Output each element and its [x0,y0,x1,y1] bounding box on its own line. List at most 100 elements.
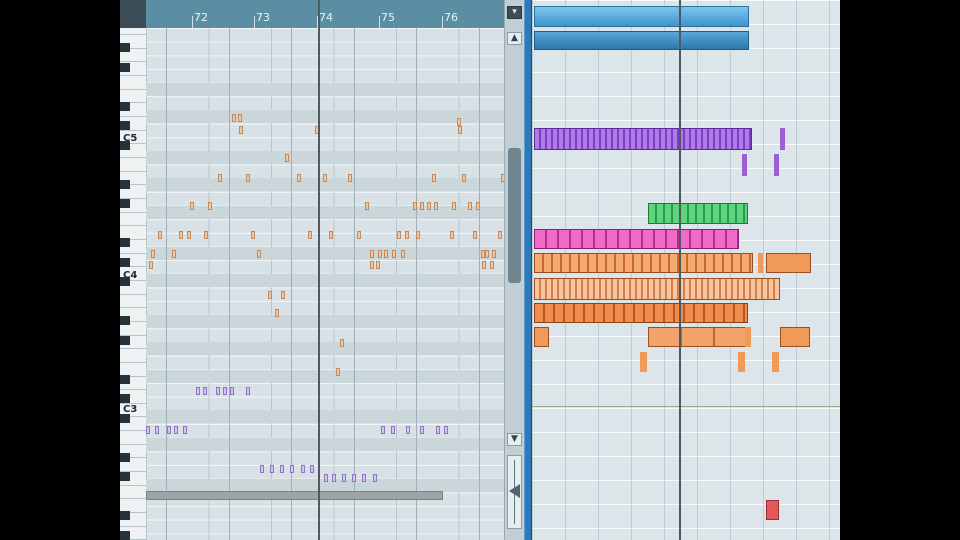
midi-note[interactable] [183,426,187,434]
playhead-cursor[interactable] [318,0,320,540]
midi-part[interactable] [772,352,779,372]
black-key[interactable] [120,336,130,345]
midi-note[interactable] [405,231,409,239]
midi-note[interactable] [172,250,176,258]
midi-note[interactable] [290,465,294,473]
midi-note[interactable] [268,291,272,299]
black-key[interactable] [120,238,130,247]
midi-note[interactable] [420,202,424,210]
black-key[interactable] [120,472,130,481]
black-key[interactable] [120,511,130,520]
midi-note[interactable] [232,114,236,122]
midi-note[interactable] [458,126,462,134]
arrange-overview[interactable] [532,0,840,540]
black-key[interactable] [120,199,130,208]
midi-note[interactable] [336,368,340,376]
midi-note[interactable] [230,387,234,395]
menu-arrow-icon[interactable]: ▾ [507,6,522,19]
midi-part[interactable] [742,154,747,176]
midi-note[interactable] [468,202,472,210]
midi-note[interactable] [275,309,279,317]
midi-note[interactable] [490,261,494,269]
vertical-scrollbar[interactable]: ▾ ▲ ▼ [504,0,525,540]
midi-note[interactable] [473,231,477,239]
scroll-down-button[interactable]: ▼ [507,433,522,446]
midi-note[interactable] [149,261,153,269]
black-key[interactable] [120,258,130,267]
midi-note[interactable] [332,474,336,482]
midi-note[interactable] [324,474,328,482]
midi-note[interactable] [476,202,480,210]
midi-note[interactable] [492,250,496,258]
midi-note[interactable] [323,174,327,182]
midi-note[interactable] [174,426,178,434]
midi-note[interactable] [406,426,410,434]
midi-note[interactable] [373,474,377,482]
overview-playhead[interactable] [679,0,681,540]
midi-note[interactable] [413,202,417,210]
midi-note[interactable] [146,426,150,434]
midi-note[interactable] [391,426,395,434]
midi-note[interactable] [381,426,385,434]
midi-note[interactable] [392,250,396,258]
black-key[interactable] [120,414,130,423]
midi-note[interactable] [357,231,361,239]
midi-note[interactable] [352,474,356,482]
midi-note[interactable] [457,118,461,126]
audio-clip[interactable] [534,6,749,27]
midi-note[interactable] [246,387,250,395]
midi-part[interactable] [534,278,780,300]
midi-note[interactable] [301,465,305,473]
midi-part[interactable] [640,352,647,372]
midi-note[interactable] [158,231,162,239]
midi-note[interactable] [420,426,424,434]
midi-note[interactable] [401,250,405,258]
midi-part[interactable] [774,154,779,176]
midi-note[interactable] [340,339,344,347]
midi-note[interactable] [257,250,261,258]
midi-note[interactable] [167,426,171,434]
midi-note[interactable] [482,261,486,269]
midi-note[interactable] [376,261,380,269]
zoom-slider[interactable] [507,455,522,529]
midi-note[interactable] [297,174,301,182]
midi-part[interactable] [758,253,763,273]
midi-part[interactable] [780,327,810,347]
midi-note[interactable] [370,261,374,269]
midi-note[interactable] [204,231,208,239]
key-editor-grid[interactable] [146,28,504,540]
midi-note[interactable] [239,126,243,134]
midi-note[interactable] [196,387,200,395]
audio-clip[interactable] [534,31,749,50]
midi-note[interactable] [452,202,456,210]
midi-note[interactable] [216,387,220,395]
midi-note[interactable] [436,426,440,434]
midi-part[interactable] [766,500,779,520]
midi-part[interactable] [766,253,811,273]
midi-note[interactable] [308,231,312,239]
midi-note-long[interactable] [146,491,443,500]
midi-note[interactable] [246,174,250,182]
midi-note[interactable] [397,231,401,239]
pane-divider[interactable] [524,0,532,540]
midi-part[interactable] [780,128,785,150]
midi-note[interactable] [310,465,314,473]
midi-part[interactable] [534,303,748,323]
midi-note[interactable] [378,250,382,258]
midi-note[interactable] [365,202,369,210]
midi-note[interactable] [208,202,212,210]
black-key[interactable] [120,180,130,189]
midi-part[interactable] [534,253,753,273]
black-key[interactable] [120,453,130,462]
midi-note[interactable] [462,174,466,182]
midi-note[interactable] [432,174,436,182]
zoom-handle-icon[interactable] [509,484,520,498]
midi-note[interactable] [260,465,264,473]
black-key[interactable] [120,43,130,52]
black-key[interactable] [120,121,130,130]
midi-part[interactable] [745,327,751,347]
midi-note[interactable] [151,250,155,258]
black-key[interactable] [120,102,130,111]
midi-note[interactable] [434,202,438,210]
black-key[interactable] [120,394,130,403]
